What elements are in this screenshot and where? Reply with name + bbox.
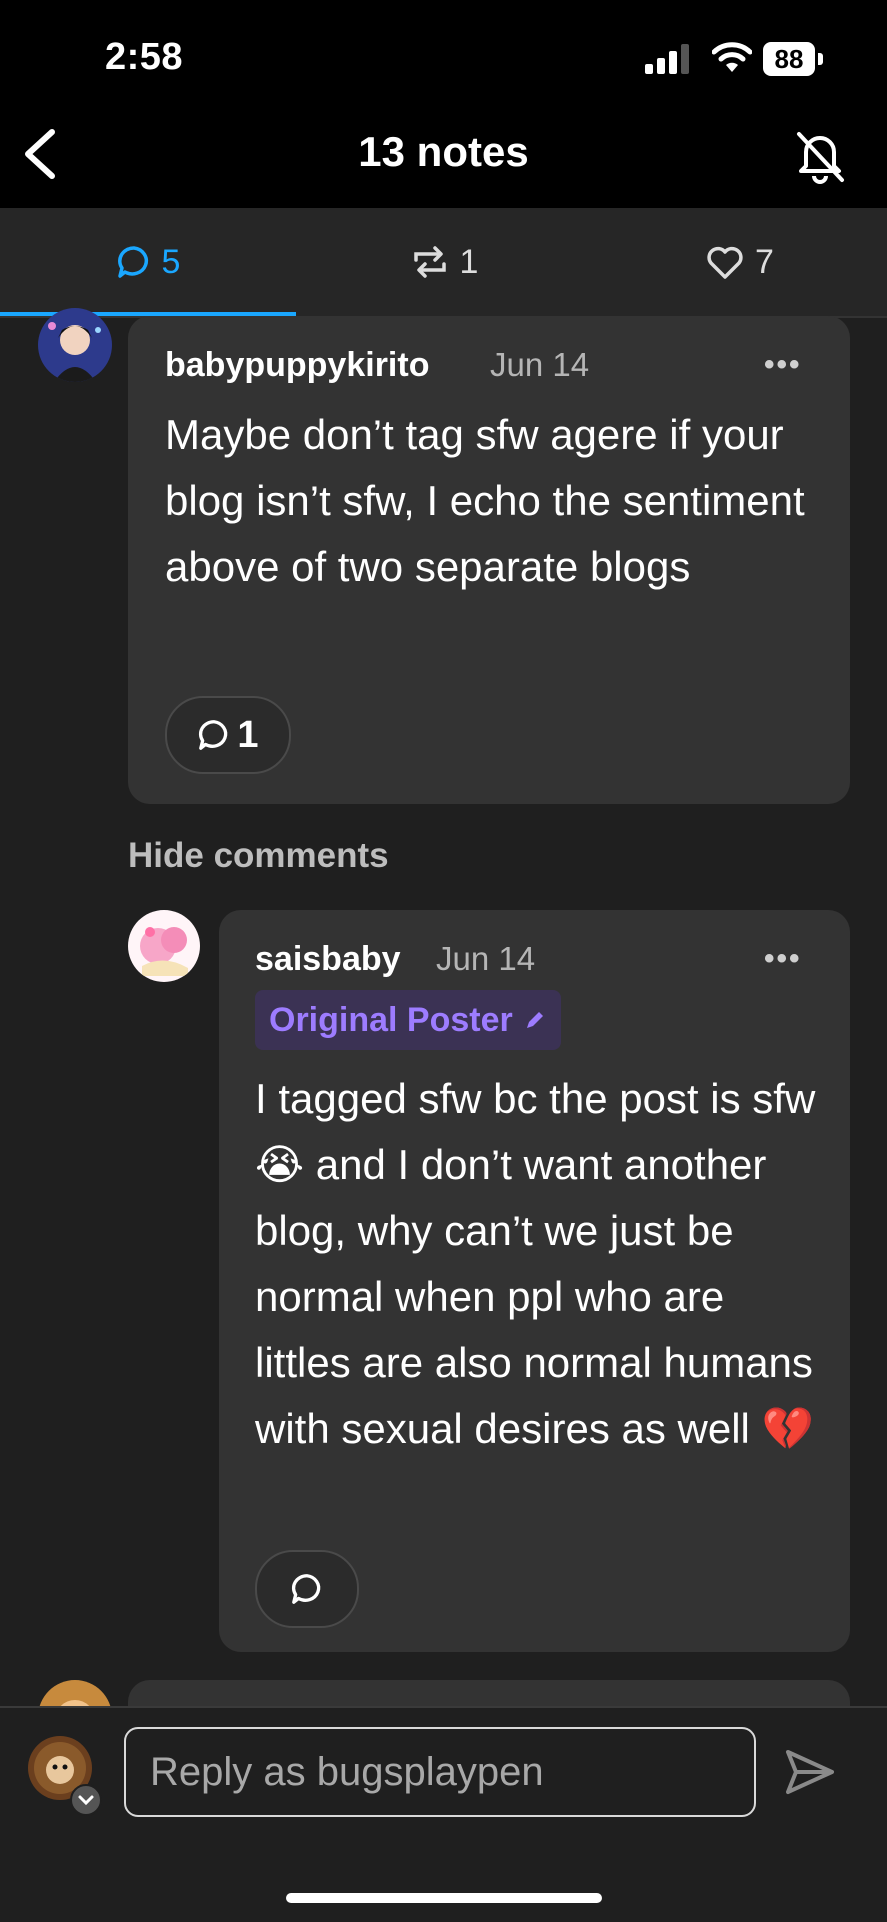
- battery-level: 88: [763, 42, 815, 76]
- reblog-icon: [413, 246, 446, 278]
- reply-date: Jun 14: [436, 940, 536, 977]
- tab-likes[interactable]: 7: [592, 208, 887, 316]
- reply-input[interactable]: [124, 1727, 756, 1817]
- tab-likes-count: 7: [755, 242, 774, 281]
- comment-date: Jun 14: [490, 346, 590, 383]
- reply-button[interactable]: [255, 1550, 359, 1628]
- pencil-icon: [526, 1012, 543, 1028]
- comment-username[interactable]: babypuppykirito: [165, 346, 429, 385]
- comment-card: babypuppykirito Jun 14 ••• Maybe don’t t…: [128, 316, 850, 804]
- comment-icon: [199, 720, 228, 750]
- status-time: 2:58: [105, 36, 184, 78]
- more-options-button[interactable]: •••: [764, 348, 802, 382]
- tab-reblogs-count: 1: [459, 242, 479, 281]
- send-icon: [786, 1750, 834, 1794]
- comment-icon: [117, 246, 148, 278]
- bell-off-icon: [797, 132, 844, 184]
- home-indicator: [286, 1893, 602, 1903]
- reply-count-button[interactable]: 1: [165, 696, 291, 774]
- reply-count: 1: [237, 713, 259, 756]
- comment-icon: [291, 1574, 321, 1604]
- account-switcher-button[interactable]: [70, 1784, 102, 1816]
- chevron-down-icon: [78, 1795, 94, 1806]
- more-options-button[interactable]: •••: [764, 942, 802, 976]
- send-button[interactable]: [780, 1742, 840, 1802]
- wifi-icon: [711, 42, 753, 79]
- signal-icon: [645, 44, 693, 79]
- tab-reblogs[interactable]: 1: [296, 208, 592, 316]
- tab-comments[interactable]: 5: [0, 208, 296, 316]
- reply-body: I tagged sfw bc the post is sfw 😭 and I …: [255, 1075, 816, 1452]
- hide-comments-button[interactable]: Hide comments: [128, 836, 389, 876]
- mute-notifications-button[interactable]: [792, 126, 848, 186]
- heart-icon: [707, 246, 743, 279]
- tab-comments-count: 5: [161, 242, 181, 281]
- notes-tabs: 5 1 7: [0, 208, 887, 318]
- avatar[interactable]: [128, 910, 200, 982]
- battery-icon: 88: [763, 42, 827, 76]
- original-poster-badge: Original Poster: [255, 990, 561, 1050]
- page-title: 13 notes: [358, 128, 529, 175]
- original-poster-label: Original Poster: [269, 1000, 513, 1039]
- comment-body: Maybe don’t tag sfw agere if your blog i…: [165, 411, 805, 590]
- avatar[interactable]: [38, 308, 112, 382]
- reply-username[interactable]: saisbaby: [255, 940, 401, 979]
